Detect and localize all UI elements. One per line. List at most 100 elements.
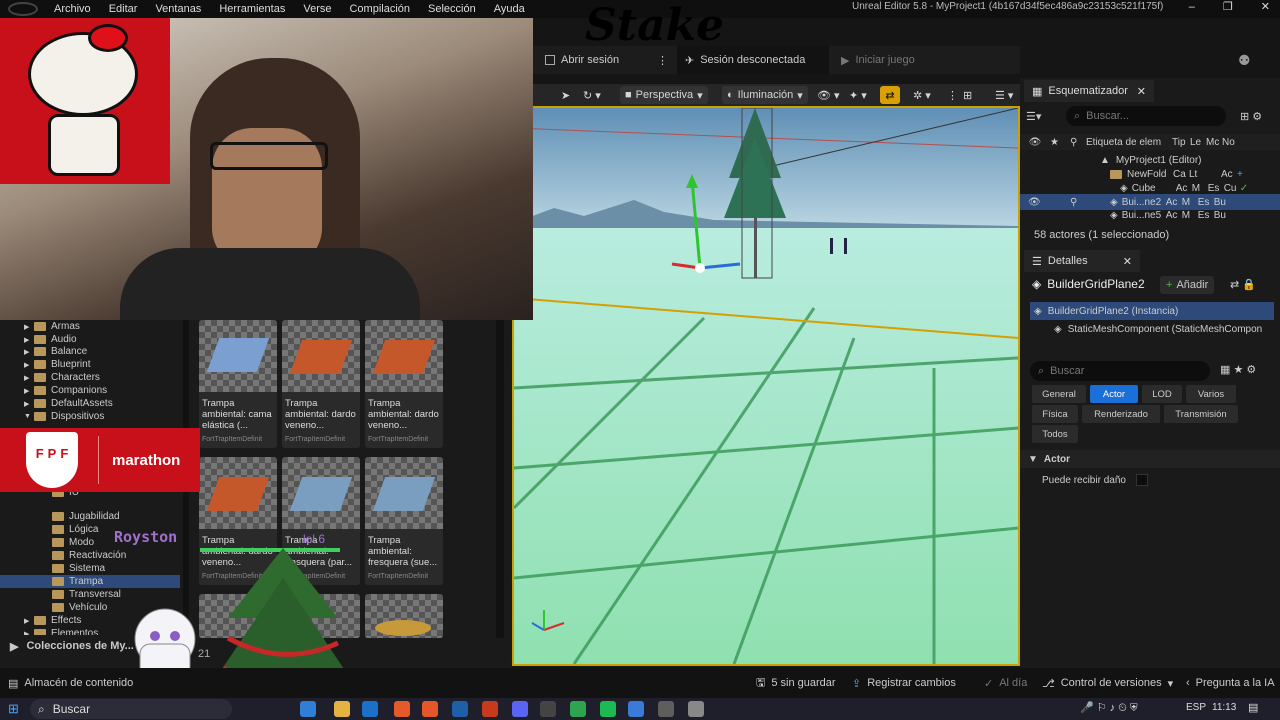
discord-icon[interactable]	[512, 701, 528, 717]
visual-studio-icon[interactable]	[452, 701, 468, 717]
maximize-button[interactable]: ❐	[1223, 0, 1233, 14]
chevron-right-icon[interactable]: ▶	[24, 361, 34, 369]
asset-tile[interactable]	[365, 594, 443, 638]
col-notes[interactable]: No	[1222, 137, 1238, 148]
can-be-damaged-checkbox[interactable]	[1136, 474, 1148, 486]
tree-item[interactable]: Jugabilidad	[0, 510, 180, 523]
outlook-icon[interactable]	[362, 701, 378, 717]
ask-ai-button[interactable]: ‹ Pregunta a la IA	[1186, 668, 1275, 698]
start-game-button[interactable]: ▶ Iniciar juego	[841, 46, 915, 74]
col-type[interactable]: Tip	[1172, 137, 1190, 148]
col-level[interactable]: Le	[1190, 137, 1206, 148]
github-icon[interactable]	[540, 701, 556, 717]
filter-renderizado[interactable]: Renderizado	[1082, 405, 1160, 423]
asset-tile[interactable]: Trampa ambiental: fresquera (sue... Fort…	[365, 457, 443, 585]
menu-ventanas[interactable]: Ventanas	[155, 0, 210, 18]
chrome-icon[interactable]	[570, 701, 586, 717]
level-viewport[interactable]	[512, 106, 1020, 666]
menu-verse[interactable]: Verse	[303, 0, 340, 18]
perspective-dropdown[interactable]: ■ Perspectiva ▾	[620, 86, 708, 104]
filter-general[interactable]: General	[1032, 385, 1086, 403]
tree-item[interactable]: Reactivación	[0, 549, 180, 562]
version-control-button[interactable]: ⎇ Control de versiones ▾	[1042, 668, 1173, 698]
actor-name[interactable]: BuilderGridPlane2	[1047, 277, 1144, 291]
chevron-right-icon[interactable]: ▶	[24, 374, 34, 382]
chevron-right-icon[interactable]: ▶	[24, 323, 34, 331]
open-session-button[interactable]: Abrir sesión	[545, 46, 619, 74]
clock[interactable]: 11:13	[1212, 702, 1236, 713]
close-button[interactable]: ✕	[1261, 0, 1270, 14]
app-icon[interactable]	[422, 701, 438, 717]
menu-herramientas[interactable]: Herramientas	[219, 0, 294, 18]
tree-item[interactable]: Trampa	[0, 575, 180, 588]
close-icon[interactable]: ✕	[1137, 85, 1146, 98]
spotify-icon[interactable]	[600, 701, 616, 717]
filter-transmision[interactable]: Transmisión	[1164, 405, 1238, 423]
visibility-icon[interactable]: 👁	[1028, 197, 1070, 208]
component-row[interactable]: ◈ StaticMeshComponent (StaticMeshCompon	[1020, 321, 1280, 337]
tree-item[interactable]: ▶ Characters	[0, 371, 180, 384]
tree-item[interactable]: ▶ Companions	[0, 384, 180, 397]
select-mode-icon[interactable]: ➤	[556, 86, 575, 104]
tree-item[interactable]: Transversal	[0, 588, 180, 601]
session-status[interactable]: ✈ Sesión desconectada	[677, 46, 829, 74]
show-flags-icon[interactable]: 👁 ▾	[812, 86, 845, 104]
obs-icon[interactable]	[688, 701, 704, 717]
chevron-right-icon[interactable]: ▶	[24, 348, 34, 356]
menu-archivo[interactable]: Archivo	[54, 0, 100, 18]
filter-icon[interactable]: ☰▾	[1026, 110, 1041, 123]
brave-icon[interactable]	[394, 701, 410, 717]
explorer-icon[interactable]	[334, 701, 350, 717]
filter-lod[interactable]: LOD	[1142, 385, 1182, 403]
windows-start-icon[interactable]: ⊞	[8, 701, 19, 717]
asset-scrollbar[interactable]	[496, 320, 504, 638]
asset-tile[interactable]: Trampa ambiental: dardo veneno... FortTr…	[365, 320, 443, 448]
files-icon[interactable]	[658, 701, 674, 717]
tree-item[interactable]: ▶ Balance	[0, 345, 180, 358]
tree-item[interactable]: ▶ DefaultAssets	[0, 397, 180, 410]
chevron-right-icon[interactable]: ▼	[24, 413, 34, 420]
content-drawer-button[interactable]: ▤ Almacén de contenido	[8, 668, 133, 698]
notification-icon[interactable]: ▤	[1248, 701, 1258, 714]
filter-varios[interactable]: Varios	[1186, 385, 1236, 403]
transform-mode-icon[interactable]: ↻ ▾	[578, 86, 606, 104]
lighting-dropdown[interactable]: ◐ Iluminación ▾	[722, 86, 808, 104]
realtime-icon[interactable]: ✦ ▾	[844, 86, 872, 104]
add-folder-icon[interactable]: ⊞ ⚙	[1240, 110, 1262, 123]
section-actor[interactable]: ▼ Actor	[1020, 450, 1280, 468]
unsaved-button[interactable]: 🖫 5 sin guardar	[756, 668, 836, 698]
language-indicator[interactable]: ESP	[1186, 702, 1206, 713]
chevron-right-icon[interactable]: ▶	[24, 387, 34, 395]
settings-icon[interactable]: ✲ ▾	[908, 86, 936, 104]
tab-details[interactable]: ☰ Detalles ✕	[1024, 250, 1140, 272]
tab-outliner[interactable]: ▦ Esquematizador ✕	[1024, 80, 1154, 102]
asset-tile[interactable]: Trampa ambiental: cama elástica (... For…	[199, 320, 277, 448]
chevron-right-icon[interactable]: ▶	[24, 400, 34, 408]
snap-icon[interactable]: ⇄	[880, 86, 900, 104]
details-search-input[interactable]: ⌕ Buscar	[1030, 361, 1210, 381]
unreal-taskbar-icon[interactable]	[628, 701, 644, 717]
menu-editar[interactable]: Editar	[109, 0, 147, 18]
chevron-right-icon[interactable]: ▶	[24, 630, 34, 636]
col-mobility[interactable]: Mc	[1206, 137, 1222, 148]
add-component-button[interactable]: + Añadir	[1160, 276, 1215, 294]
edge-icon[interactable]	[300, 701, 316, 717]
chevron-right-icon[interactable]: ▶	[24, 617, 34, 625]
unreal-logo-icon[interactable]	[8, 2, 38, 16]
blueprint-icon[interactable]: ⇄ 🔒	[1230, 278, 1256, 291]
outliner-row[interactable]: ◈ Bui...ne5 Ac M Es Bu	[1020, 210, 1280, 220]
pin-icon[interactable]: ⚲	[1070, 197, 1110, 208]
close-icon[interactable]: ✕	[1123, 255, 1132, 268]
view-options-icon[interactable]: ▦ ★ ⚙	[1220, 363, 1256, 376]
chevron-right-icon[interactable]: ▶	[24, 336, 34, 344]
filter-todos[interactable]: Todos	[1032, 425, 1078, 443]
menu-compilacion[interactable]: Compilación	[349, 0, 419, 18]
asset-tile[interactable]: Trampa ambiental: dardo veneno... FortTr…	[282, 320, 360, 448]
more-options-icon[interactable]: ⋮	[657, 46, 668, 74]
tree-item[interactable]: ▶ Armas	[0, 320, 180, 333]
commit-button[interactable]: ⇪ Registrar cambios	[852, 668, 956, 698]
menu-seleccion[interactable]: Selección	[428, 0, 485, 18]
outliner-search-input[interactable]: ⌕ Buscar...	[1066, 106, 1226, 126]
filter-fisica[interactable]: Física	[1032, 405, 1078, 423]
collections-header[interactable]: ▶ Colecciones de My...	[10, 640, 134, 653]
